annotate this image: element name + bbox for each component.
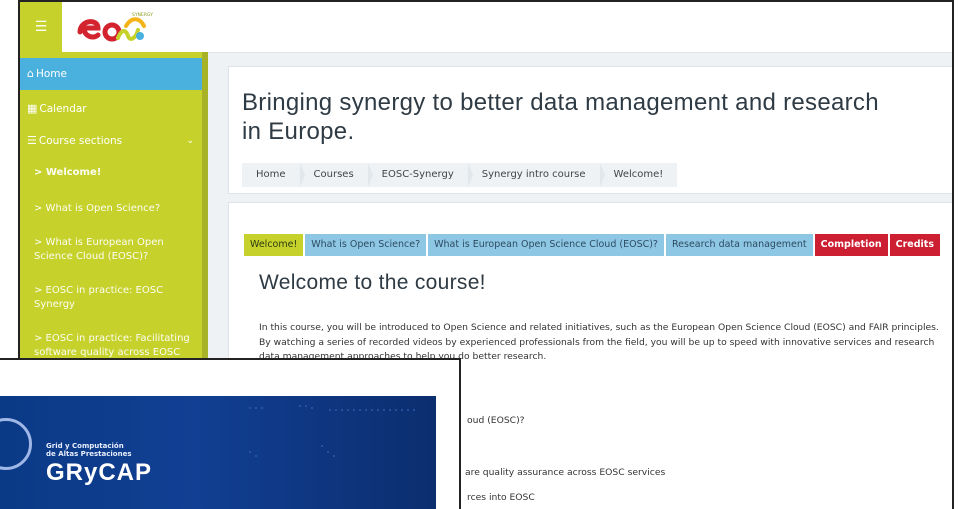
logo-subtitle: SYNERGY bbox=[132, 12, 153, 18]
breadcrumb-intro-course[interactable]: Synergy intro course bbox=[468, 163, 605, 187]
banner-text-1: Grid y Computación bbox=[46, 442, 124, 450]
calendar-icon: ▦ bbox=[27, 102, 38, 115]
banner-line-1: Grid y Computación de Altas Prestaciones bbox=[46, 442, 132, 458]
home-icon: ⌂ bbox=[27, 67, 34, 80]
banner-text-2: de Altas Prestaciones bbox=[46, 450, 132, 458]
sidebar-section-welcome[interactable]: > Welcome! bbox=[20, 166, 202, 180]
content-heading: Welcome to the course! bbox=[259, 271, 486, 294]
page-header-card: Bringing synergy to better data manageme… bbox=[228, 66, 952, 194]
video-popup-window[interactable]: Grid y Computación de Altas Prestaciones… bbox=[0, 358, 461, 509]
tab-research-data[interactable]: Research data management bbox=[665, 234, 813, 256]
breadcrumb: Home Courses EOSC-Synergy Synergy intro … bbox=[242, 163, 678, 187]
sidebar-item-calendar[interactable]: ▦ Calendar bbox=[20, 94, 202, 124]
grycap-banner: Grid y Computación de Altas Prestaciones… bbox=[0, 396, 436, 509]
breadcrumb-courses[interactable]: Courses bbox=[300, 163, 373, 187]
sidebar-section-eosc-synergy[interactable]: > EOSC in practice: EOSC Synergy bbox=[20, 284, 202, 312]
breadcrumb-eosc-synergy[interactable]: EOSC-Synergy bbox=[368, 163, 473, 187]
sidebar-item-label: Calendar bbox=[39, 103, 87, 115]
list-item: rces into EOSC bbox=[467, 492, 535, 503]
sidebar-item-home[interactable]: ⌂ Home bbox=[20, 58, 202, 90]
tab-credits[interactable]: Credits bbox=[889, 234, 940, 256]
list-item: oud (EOSC)? bbox=[467, 415, 525, 426]
tab-open-science[interactable]: What is Open Science? bbox=[305, 234, 427, 256]
tab-completion[interactable]: Completion bbox=[814, 234, 888, 256]
grycap-logo-text: GRyCAP bbox=[46, 459, 153, 486]
eosc-synergy-logo[interactable]: SYNERGY bbox=[74, 8, 154, 46]
breadcrumb-home[interactable]: Home bbox=[242, 163, 305, 187]
tab-welcome[interactable]: Welcome! bbox=[244, 234, 304, 256]
list-icon: ☰ bbox=[27, 134, 37, 147]
chevron-down-icon: ⌄ bbox=[186, 136, 194, 146]
sidebar-item-course-sections[interactable]: ☰ Course sections ⌄ bbox=[20, 126, 202, 156]
section-tabs: Welcome! What is Open Science? What is E… bbox=[244, 234, 940, 256]
tab-eosc[interactable]: What is European Open Science Cloud (EOS… bbox=[428, 234, 664, 256]
sidebar-item-label: Course sections bbox=[38, 135, 123, 147]
list-item: are quality assurance across EOSC servic… bbox=[465, 467, 666, 478]
top-navbar: ☰ SYNERGY bbox=[20, 2, 952, 53]
sidebar-section-eosc[interactable]: > What is European Open Science Cloud (E… bbox=[20, 236, 202, 264]
breadcrumb-welcome: Welcome! bbox=[613, 169, 664, 180]
hamburger-menu-icon[interactable]: ☰ bbox=[20, 2, 62, 52]
sidebar-item-label: Home bbox=[35, 68, 67, 80]
sidebar-section-open-science[interactable]: > What is Open Science? bbox=[20, 202, 202, 216]
page-title: Bringing synergy to better data manageme… bbox=[242, 89, 879, 145]
